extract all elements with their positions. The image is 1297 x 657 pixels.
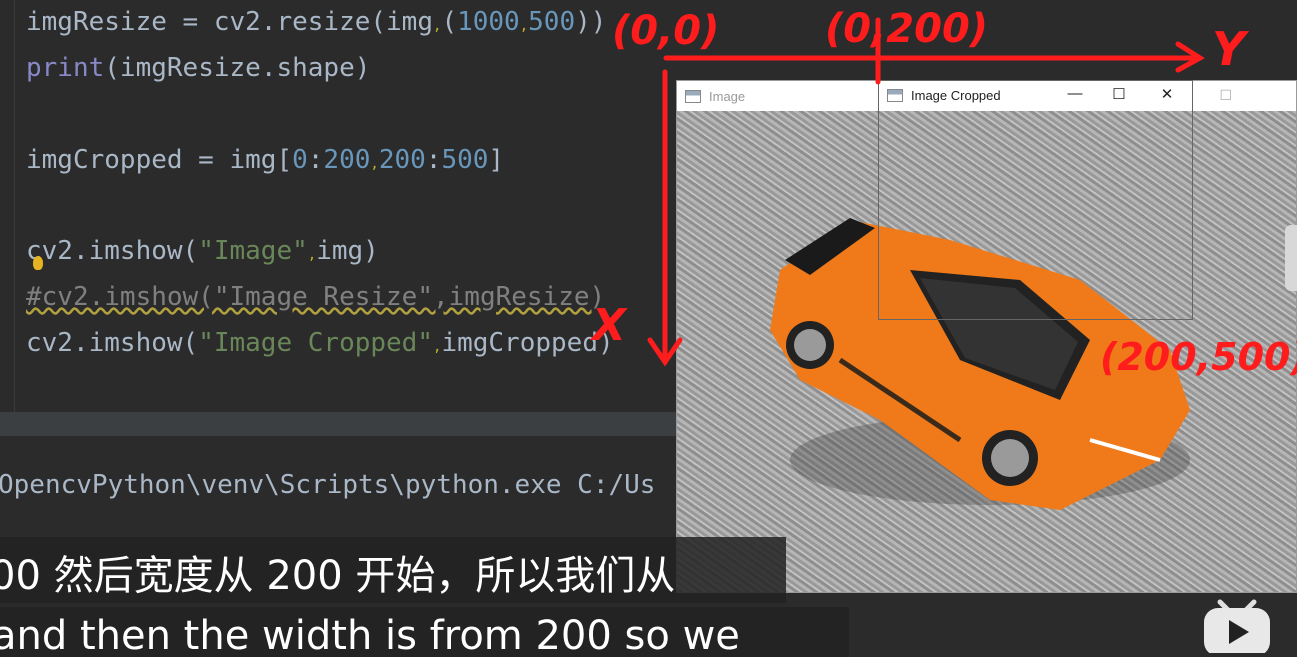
subtitle-chinese: 00 然后宽度从 200 开始，所以我们从: [0, 537, 786, 603]
play-tv-icon[interactable]: [1200, 592, 1274, 653]
subtitle-english: and then the width is from 200 so we: [0, 607, 849, 657]
annotation-y-axis: Y: [1212, 22, 1246, 76]
annotation-end-point: (200,500): [1100, 335, 1297, 379]
annotation-x-axis: X: [592, 300, 626, 351]
side-scroll-handle[interactable]: [1285, 225, 1297, 291]
annotation-top-point: (0,200): [825, 6, 989, 52]
annotation-origin: (0,0): [612, 8, 720, 54]
